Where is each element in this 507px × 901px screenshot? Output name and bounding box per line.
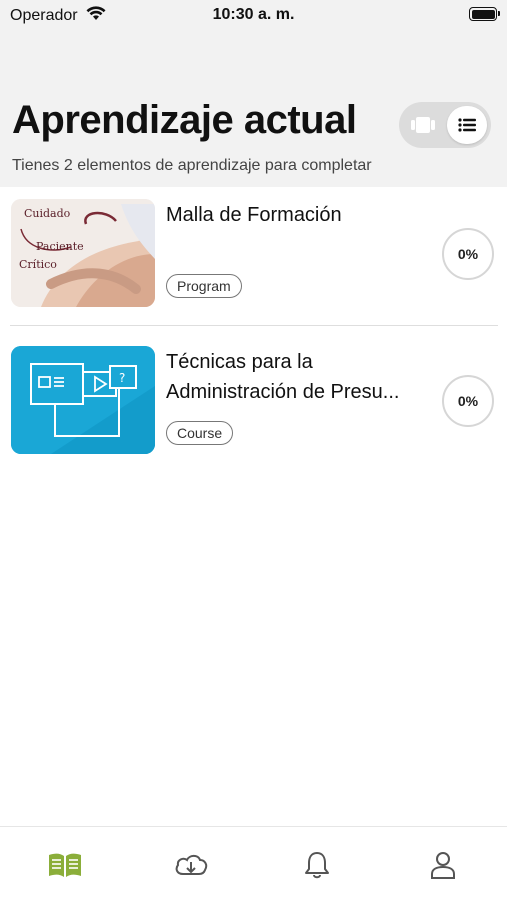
status-bar: Operador 10:30 a. m.	[0, 0, 507, 32]
download-cloud-icon[interactable]	[171, 847, 211, 883]
page-subtitle: Tienes 2 elementos de aprendizaje para c…	[12, 157, 372, 174]
tab-bar	[0, 826, 507, 901]
learning-tab-icon[interactable]	[45, 847, 85, 883]
learning-item[interactable]: ? Técnicas para la Administración de Pre…	[0, 340, 507, 460]
view-toggle[interactable]	[399, 102, 491, 148]
learning-item[interactable]: Cuidado Paciente Crítico Malla de Formac…	[0, 193, 507, 313]
divider	[10, 325, 498, 326]
program-thumbnail: Cuidado Paciente Crítico	[11, 199, 155, 307]
item-type-badge: Course	[166, 421, 234, 445]
thumb-text-1: Cuidado	[24, 207, 71, 220]
item-title: Técnicas para la Administración de Presu…	[166, 351, 400, 403]
course-thumbnail: ?	[11, 346, 155, 454]
list-view-icon[interactable]	[447, 106, 487, 144]
status-time: 10:30 a. m.	[212, 6, 295, 23]
item-type-badge: Program	[166, 274, 242, 298]
bell-icon[interactable]	[297, 847, 337, 883]
battery-icon	[469, 7, 500, 21]
thumb-text-3: Crítico	[19, 258, 57, 271]
profile-icon[interactable]	[423, 847, 463, 883]
page-title: Aprendizaje actual	[12, 98, 357, 142]
thumb-text-2: Paciente	[36, 240, 84, 253]
progress-indicator: 0%	[442, 375, 494, 427]
progress-indicator: 0%	[442, 228, 494, 280]
svg-text:?: ?	[119, 371, 125, 385]
card-view-icon[interactable]	[409, 111, 437, 139]
item-title: Malla de Formación	[166, 204, 342, 226]
